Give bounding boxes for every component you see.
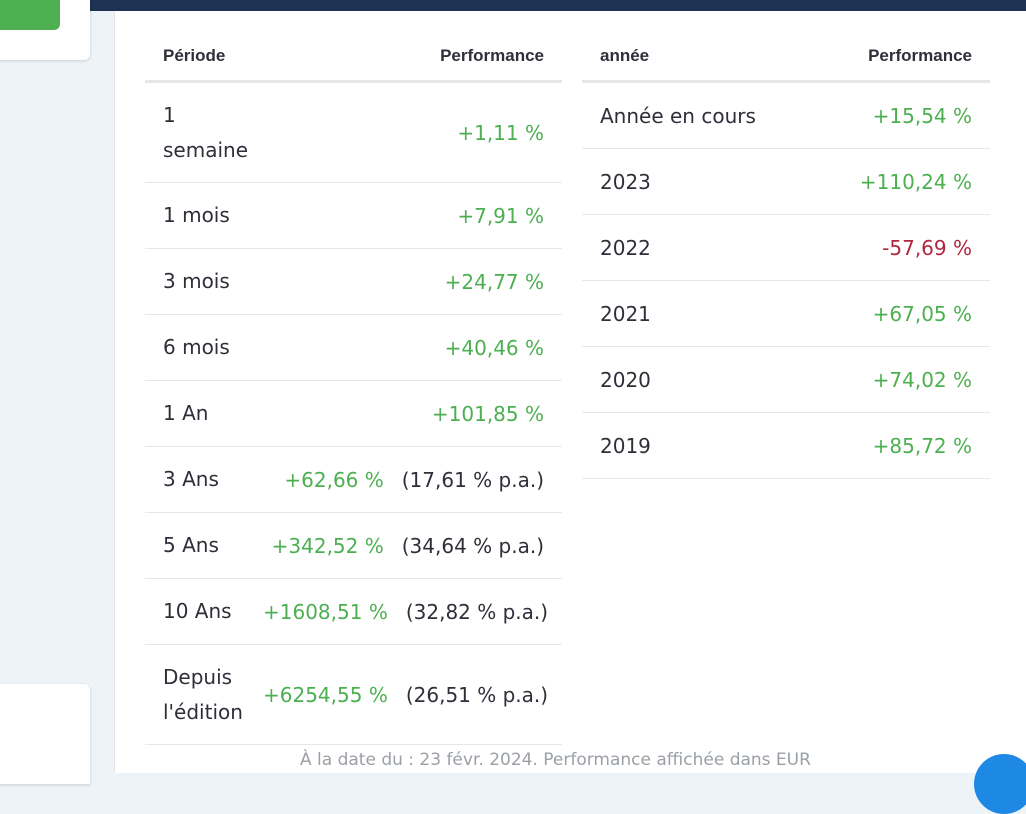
top-navigation-bar: [0, 0, 1026, 11]
table-row: 2021 +67,05 %: [582, 281, 990, 347]
column-header-performance: Performance: [440, 45, 544, 65]
performance-value: +110,24 %: [859, 169, 972, 194]
period-label: 10 Ans: [163, 599, 232, 623]
performance-value: +101,85 %: [431, 401, 544, 426]
year-label: 2022: [600, 235, 651, 260]
performance-value: -57,69 %: [882, 235, 972, 260]
annualized-value: (26,51 % p.a.): [405, 682, 549, 707]
performance-value: +67,05 %: [872, 301, 972, 326]
year-label: 2019: [600, 433, 651, 458]
table-row: 2023 +110,24 %: [582, 149, 990, 215]
table-row: 3 mois +24,77 %: [145, 249, 562, 315]
table-row: 1 semaine +1,11 %: [145, 83, 562, 183]
table-row: 2022 -57,69 %: [582, 215, 990, 281]
table-row: 2020 +74,02 %: [582, 347, 990, 413]
year-label: 2023: [600, 169, 651, 194]
period-label: 1 semaine: [163, 102, 248, 162]
period-label: 6 mois: [163, 335, 230, 359]
table-header: année Performance: [582, 31, 990, 83]
year-label: 2021: [600, 301, 651, 326]
performance-panel: Période Performance 1 semaine +1,11 % 1 mo…: [114, 11, 1026, 773]
performance-footnote: À la date du : 23 févr. 2024. Performanc…: [300, 750, 811, 770]
table-row: 2019 +85,72 %: [582, 413, 990, 479]
table-row: Depuis l'édition +6254,55 % (26,51 % p.a.): [145, 645, 562, 745]
performance-value: +1,11 %: [457, 120, 544, 145]
chat-bubble-button[interactable]: [974, 754, 1026, 814]
performance-value: +7,91 %: [457, 203, 544, 228]
table-header: Période Performance: [145, 31, 562, 83]
column-header-performance: Performance: [868, 45, 972, 65]
column-header-period: Période: [163, 45, 226, 65]
performance-value: +85,72 %: [872, 433, 972, 458]
annualized-value: (32,82 % p.a.): [405, 599, 549, 624]
period-label: 5 Ans: [163, 533, 219, 557]
table-row: Année en cours +15,54 %: [582, 83, 990, 149]
performance-value: +6254,55 %: [263, 682, 388, 707]
period-label: 1 An: [163, 401, 209, 425]
year-label: 2020: [600, 367, 651, 392]
table-row: 5 Ans +342,52 % (34,64 % p.a.): [145, 513, 562, 579]
table-row: 3 Ans +62,66 % (17,61 % p.a.): [145, 447, 562, 513]
performance-value: +342,52 %: [271, 533, 384, 558]
period-label: 3 Ans: [163, 467, 219, 491]
table-row: 10 Ans +1608,51 % (32,82 % p.a.): [145, 579, 562, 645]
period-label: 3 mois: [163, 269, 230, 293]
table-row: 1 mois +7,91 %: [145, 183, 562, 249]
performance-value: +15,54 %: [872, 103, 972, 128]
performance-value: +62,66 %: [284, 467, 384, 492]
performance-value: +74,02 %: [872, 367, 972, 392]
column-header-year: année: [600, 45, 650, 65]
performance-value: +1608,51 %: [263, 599, 388, 624]
yearly-performance-table: année Performance Année en cours +15,54 %…: [582, 31, 990, 479]
left-sidebar-card-bottom: [0, 684, 90, 784]
period-label: Depuis l'édition: [163, 664, 243, 724]
period-label: 1 mois: [163, 203, 230, 227]
left-action-button[interactable]: [0, 0, 60, 30]
performance-value: +24,77 %: [444, 269, 544, 294]
annualized-value: (17,61 % p.a.): [401, 467, 544, 492]
performance-value: +40,46 %: [444, 335, 544, 360]
annualized-value: (34,64 % p.a.): [401, 533, 544, 558]
period-performance-table: Période Performance 1 semaine +1,11 % 1 mo…: [145, 31, 562, 745]
table-row: 6 mois +40,46 %: [145, 315, 562, 381]
year-label: Année en cours: [600, 103, 756, 128]
table-row: 1 An +101,85 %: [145, 381, 562, 447]
